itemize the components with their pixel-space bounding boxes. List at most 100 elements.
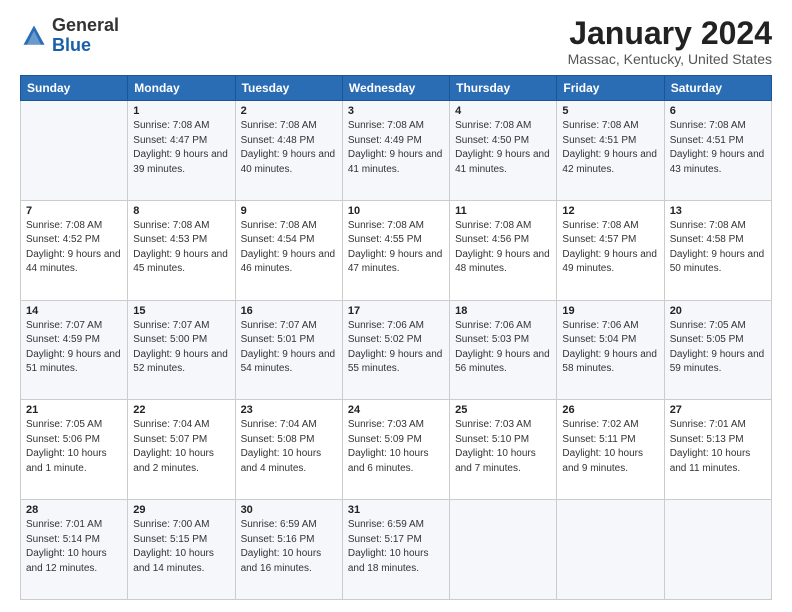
weekday-header-monday: Monday	[128, 76, 235, 101]
weekday-header-tuesday: Tuesday	[235, 76, 342, 101]
calendar-cell: 1Sunrise: 7:08 AMSunset: 4:47 PMDaylight…	[128, 101, 235, 201]
day-info: Sunrise: 7:08 AMSunset: 4:50 PMDaylight:…	[455, 119, 551, 177]
day-number: 27	[670, 404, 766, 416]
day-number: 8	[133, 205, 229, 217]
calendar-page: General Blue January 2024 Massac, Kentuc…	[0, 0, 792, 612]
calendar-header: SundayMondayTuesdayWednesdayThursdayFrid…	[21, 76, 772, 101]
weekday-header-sunday: Sunday	[21, 76, 128, 101]
calendar-cell: 14 Sunrise: 7:07 AMSunset: 4:59 PMDayligh…	[21, 300, 128, 400]
day-info: Sunrise: 7:08 AMSunset: 4:54 PMDaylight:…	[241, 219, 337, 277]
weekday-header-wednesday: Wednesday	[342, 76, 449, 101]
day-info: Sunrise: 7:06 AMSunset: 5:04 PMDaylight:…	[562, 319, 658, 377]
logo-blue-text: Blue	[52, 35, 91, 55]
calendar-cell: 19Sunrise: 7:06 AMSunset: 5:04 PMDayligh…	[557, 300, 664, 400]
day-number: 20	[670, 305, 766, 317]
day-info: Sunrise: 7:08 AMSunset: 4:52 PMDaylight:…	[26, 219, 122, 277]
calendar-week-2: 7 Sunrise: 7:08 AMSunset: 4:52 PMDaylight…	[21, 200, 772, 300]
day-number: 15	[133, 305, 229, 317]
day-info: Sunrise: 6:59 AMSunset: 5:17 PMDaylight:…	[348, 518, 444, 576]
weekday-header-friday: Friday	[557, 76, 664, 101]
day-number: 11	[455, 205, 551, 217]
weekday-header-row: SundayMondayTuesdayWednesdayThursdayFrid…	[21, 76, 772, 101]
calendar-cell: 22Sunrise: 7:04 AMSunset: 5:07 PMDayligh…	[128, 400, 235, 500]
calendar-cell: 11 Sunrise: 7:08 AMSunset: 4:56 PMDayligh…	[450, 200, 557, 300]
day-number: 14	[26, 305, 122, 317]
calendar-cell	[664, 500, 771, 600]
weekday-header-saturday: Saturday	[664, 76, 771, 101]
calendar-week-1: 1Sunrise: 7:08 AMSunset: 4:47 PMDaylight…	[21, 101, 772, 201]
day-number: 10	[348, 205, 444, 217]
calendar-week-5: 28 Sunrise: 7:01 AMSunset: 5:14 PMDayligh…	[21, 500, 772, 600]
day-info: Sunrise: 7:03 AMSunset: 5:09 PMDaylight:…	[348, 418, 444, 476]
day-info: Sunrise: 7:08 AMSunset: 4:53 PMDaylight:…	[133, 219, 229, 277]
calendar-cell: 21Sunrise: 7:05 AMSunset: 5:06 PMDayligh…	[21, 400, 128, 500]
day-info: Sunrise: 7:08 AMSunset: 4:55 PMDaylight:…	[348, 219, 444, 277]
day-info: Sunrise: 7:04 AMSunset: 5:08 PMDaylight:…	[241, 418, 337, 476]
day-info: Sunrise: 7:08 AMSunset: 4:57 PMDaylight:…	[562, 219, 658, 277]
day-number: 28	[26, 504, 122, 516]
day-info: Sunrise: 7:05 AMSunset: 5:05 PMDaylight:…	[670, 319, 766, 377]
day-info: Sunrise: 7:00 AMSunset: 5:15 PMDaylight:…	[133, 518, 229, 576]
day-info: Sunrise: 7:01 AMSunset: 5:13 PMDaylight:…	[670, 418, 766, 476]
day-info: Sunrise: 7:02 AMSunset: 5:11 PMDaylight:…	[562, 418, 658, 476]
day-number: 16	[241, 305, 337, 317]
calendar-cell: 8 Sunrise: 7:08 AMSunset: 4:53 PMDaylight…	[128, 200, 235, 300]
day-info: Sunrise: 7:08 AMSunset: 4:47 PMDaylight:…	[133, 119, 229, 177]
day-info: Sunrise: 7:07 AMSunset: 5:01 PMDaylight:…	[241, 319, 337, 377]
day-number: 5	[562, 105, 658, 117]
day-number: 31	[348, 504, 444, 516]
title-block: January 2024 Massac, Kentucky, United St…	[568, 16, 772, 67]
calendar-cell: 4 Sunrise: 7:08 AMSunset: 4:50 PMDaylight…	[450, 101, 557, 201]
calendar-cell: 5 Sunrise: 7:08 AMSunset: 4:51 PMDaylight…	[557, 101, 664, 201]
calendar-cell: 27 Sunrise: 7:01 AMSunset: 5:13 PMDayligh…	[664, 400, 771, 500]
calendar-cell: 28 Sunrise: 7:01 AMSunset: 5:14 PMDayligh…	[21, 500, 128, 600]
day-info: Sunrise: 7:07 AMSunset: 4:59 PMDaylight:…	[26, 319, 122, 377]
day-info: Sunrise: 7:01 AMSunset: 5:14 PMDaylight:…	[26, 518, 122, 576]
day-info: Sunrise: 7:06 AMSunset: 5:02 PMDaylight:…	[348, 319, 444, 377]
calendar-cell: 15 Sunrise: 7:07 AMSunset: 5:00 PMDayligh…	[128, 300, 235, 400]
day-info: Sunrise: 7:08 AMSunset: 4:56 PMDaylight:…	[455, 219, 551, 277]
day-number: 2	[241, 105, 337, 117]
day-info: Sunrise: 7:06 AMSunset: 5:03 PMDaylight:…	[455, 319, 551, 377]
day-info: Sunrise: 7:07 AMSunset: 5:00 PMDaylight:…	[133, 319, 229, 377]
day-info: Sunrise: 7:08 AMSunset: 4:49 PMDaylight:…	[348, 119, 444, 177]
day-number: 3	[348, 105, 444, 117]
logo: General Blue	[20, 16, 119, 56]
calendar-cell: 3 Sunrise: 7:08 AMSunset: 4:49 PMDaylight…	[342, 101, 449, 201]
day-info: Sunrise: 7:08 AMSunset: 4:51 PMDaylight:…	[562, 119, 658, 177]
calendar-cell: 2 Sunrise: 7:08 AMSunset: 4:48 PMDaylight…	[235, 101, 342, 201]
logo-icon	[20, 22, 48, 50]
calendar-cell: 23Sunrise: 7:04 AMSunset: 5:08 PMDayligh…	[235, 400, 342, 500]
calendar-cell: 9Sunrise: 7:08 AMSunset: 4:54 PMDaylight…	[235, 200, 342, 300]
calendar-cell: 24Sunrise: 7:03 AMSunset: 5:09 PMDayligh…	[342, 400, 449, 500]
page-header: General Blue January 2024 Massac, Kentuc…	[20, 16, 772, 67]
logo-general-text: General	[52, 15, 119, 35]
day-number: 13	[670, 205, 766, 217]
day-number: 26	[562, 404, 658, 416]
day-info: Sunrise: 7:08 AMSunset: 4:58 PMDaylight:…	[670, 219, 766, 277]
calendar-cell: 30Sunrise: 6:59 AMSunset: 5:16 PMDayligh…	[235, 500, 342, 600]
day-info: Sunrise: 7:05 AMSunset: 5:06 PMDaylight:…	[26, 418, 122, 476]
day-number: 25	[455, 404, 551, 416]
calendar-cell	[21, 101, 128, 201]
calendar-cell: 16 Sunrise: 7:07 AMSunset: 5:01 PMDayligh…	[235, 300, 342, 400]
day-info: Sunrise: 7:04 AMSunset: 5:07 PMDaylight:…	[133, 418, 229, 476]
calendar-cell: 26 Sunrise: 7:02 AMSunset: 5:11 PMDayligh…	[557, 400, 664, 500]
calendar-body: 1Sunrise: 7:08 AMSunset: 4:47 PMDaylight…	[21, 101, 772, 600]
day-number: 30	[241, 504, 337, 516]
day-info: Sunrise: 7:08 AMSunset: 4:48 PMDaylight:…	[241, 119, 337, 177]
calendar-cell: 29Sunrise: 7:00 AMSunset: 5:15 PMDayligh…	[128, 500, 235, 600]
day-number: 6	[670, 105, 766, 117]
calendar-cell: 6Sunrise: 7:08 AMSunset: 4:51 PMDaylight…	[664, 101, 771, 201]
day-info: Sunrise: 7:03 AMSunset: 5:10 PMDaylight:…	[455, 418, 551, 476]
day-number: 17	[348, 305, 444, 317]
day-number: 4	[455, 105, 551, 117]
month-title: January 2024	[568, 16, 772, 51]
calendar-table: SundayMondayTuesdayWednesdayThursdayFrid…	[20, 75, 772, 600]
calendar-cell: 10 Sunrise: 7:08 AMSunset: 4:55 PMDayligh…	[342, 200, 449, 300]
calendar-cell: 12 Sunrise: 7:08 AMSunset: 4:57 PMDayligh…	[557, 200, 664, 300]
day-number: 7	[26, 205, 122, 217]
calendar-cell: 18Sunrise: 7:06 AMSunset: 5:03 PMDayligh…	[450, 300, 557, 400]
calendar-week-3: 14 Sunrise: 7:07 AMSunset: 4:59 PMDayligh…	[21, 300, 772, 400]
day-number: 12	[562, 205, 658, 217]
